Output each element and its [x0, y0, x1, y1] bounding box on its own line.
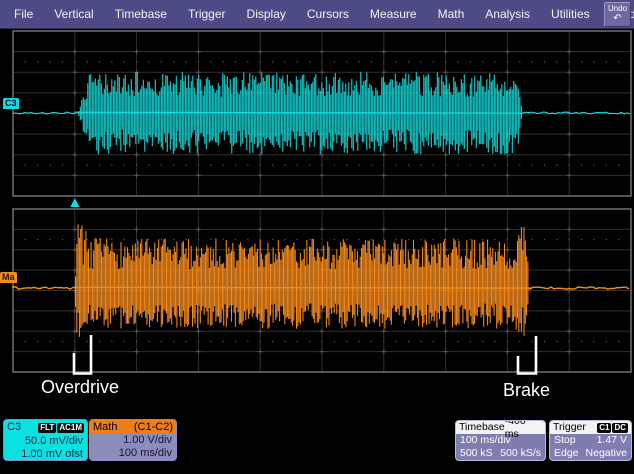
menu-display[interactable]: Display [247, 7, 286, 21]
math-scale: 1.00 V/div [123, 434, 172, 447]
math-source: (C1-C2) [134, 420, 173, 434]
c3-title: C3 [7, 420, 21, 435]
timebase-scale: 100 ms/div [460, 434, 511, 447]
undo-button[interactable]: Undo ↶ [604, 2, 631, 27]
math-trace-tab[interactable]: Ma [0, 272, 17, 283]
menu-utilities[interactable]: Utilities [551, 7, 590, 21]
c3-scale: 50.0 mV/div [25, 435, 83, 448]
menu-measure[interactable]: Measure [370, 7, 417, 21]
menu-file[interactable]: File [14, 7, 33, 21]
trigger-slope: Negative [586, 447, 627, 460]
trigger-mode: Stop [554, 434, 576, 447]
menu-cursors[interactable]: Cursors [307, 7, 349, 21]
trigger-type: Edge [554, 447, 579, 460]
math-descriptor-box[interactable]: Math (C1-C2) 1.00 V/div 100 ms/div [89, 419, 177, 461]
menu-vertical[interactable]: Vertical [54, 7, 93, 21]
overdrive-annotation: Overdrive [41, 377, 119, 398]
c3-filter-badge: FLT [38, 423, 56, 433]
timebase-box[interactable]: Timebase -400 ms 100 ms/div 500 kS 500 k… [455, 420, 546, 461]
trigger-level: 1.47 V [597, 434, 627, 447]
undo-icon: ↶ [605, 14, 630, 23]
trigger-coupling-badge: DC [612, 423, 628, 433]
c3-offset: 1.00 mV ofst [21, 448, 83, 461]
math-title: Math [93, 420, 117, 434]
oscilloscope-screen: C3 Ma Overdrive Brake File Vertical Time… [0, 0, 634, 474]
menu-analysis[interactable]: Analysis [485, 7, 530, 21]
trigger-box[interactable]: Trigger C1 DC Stop 1.47 V Edge Negative [549, 420, 632, 461]
timebase-title: Timebase [459, 421, 505, 434]
menu-bar: File Vertical Timebase Trigger Display C… [0, 0, 634, 29]
menu-trigger[interactable]: Trigger [188, 7, 226, 21]
menu-math[interactable]: Math [438, 7, 465, 21]
trigger-title: Trigger [553, 421, 586, 434]
trigger-source-badge: C1 [597, 423, 611, 433]
timebase-samples: 500 kS [460, 447, 493, 460]
waveform-display[interactable] [0, 0, 634, 474]
brake-annotation: Brake [503, 380, 550, 401]
math-timebase: 100 ms/div [119, 447, 172, 460]
menu-timebase[interactable]: Timebase [115, 7, 167, 21]
c3-trace-tab[interactable]: C3 [3, 98, 19, 109]
c3-descriptor-box[interactable]: C3 FLT AC1M 50.0 mV/div 1.00 mV ofst [3, 419, 88, 461]
timebase-rate: 500 kS/s [500, 447, 541, 460]
trigger-position-marker[interactable] [70, 198, 79, 207]
c3-coupling-badge: AC1M [57, 423, 84, 433]
